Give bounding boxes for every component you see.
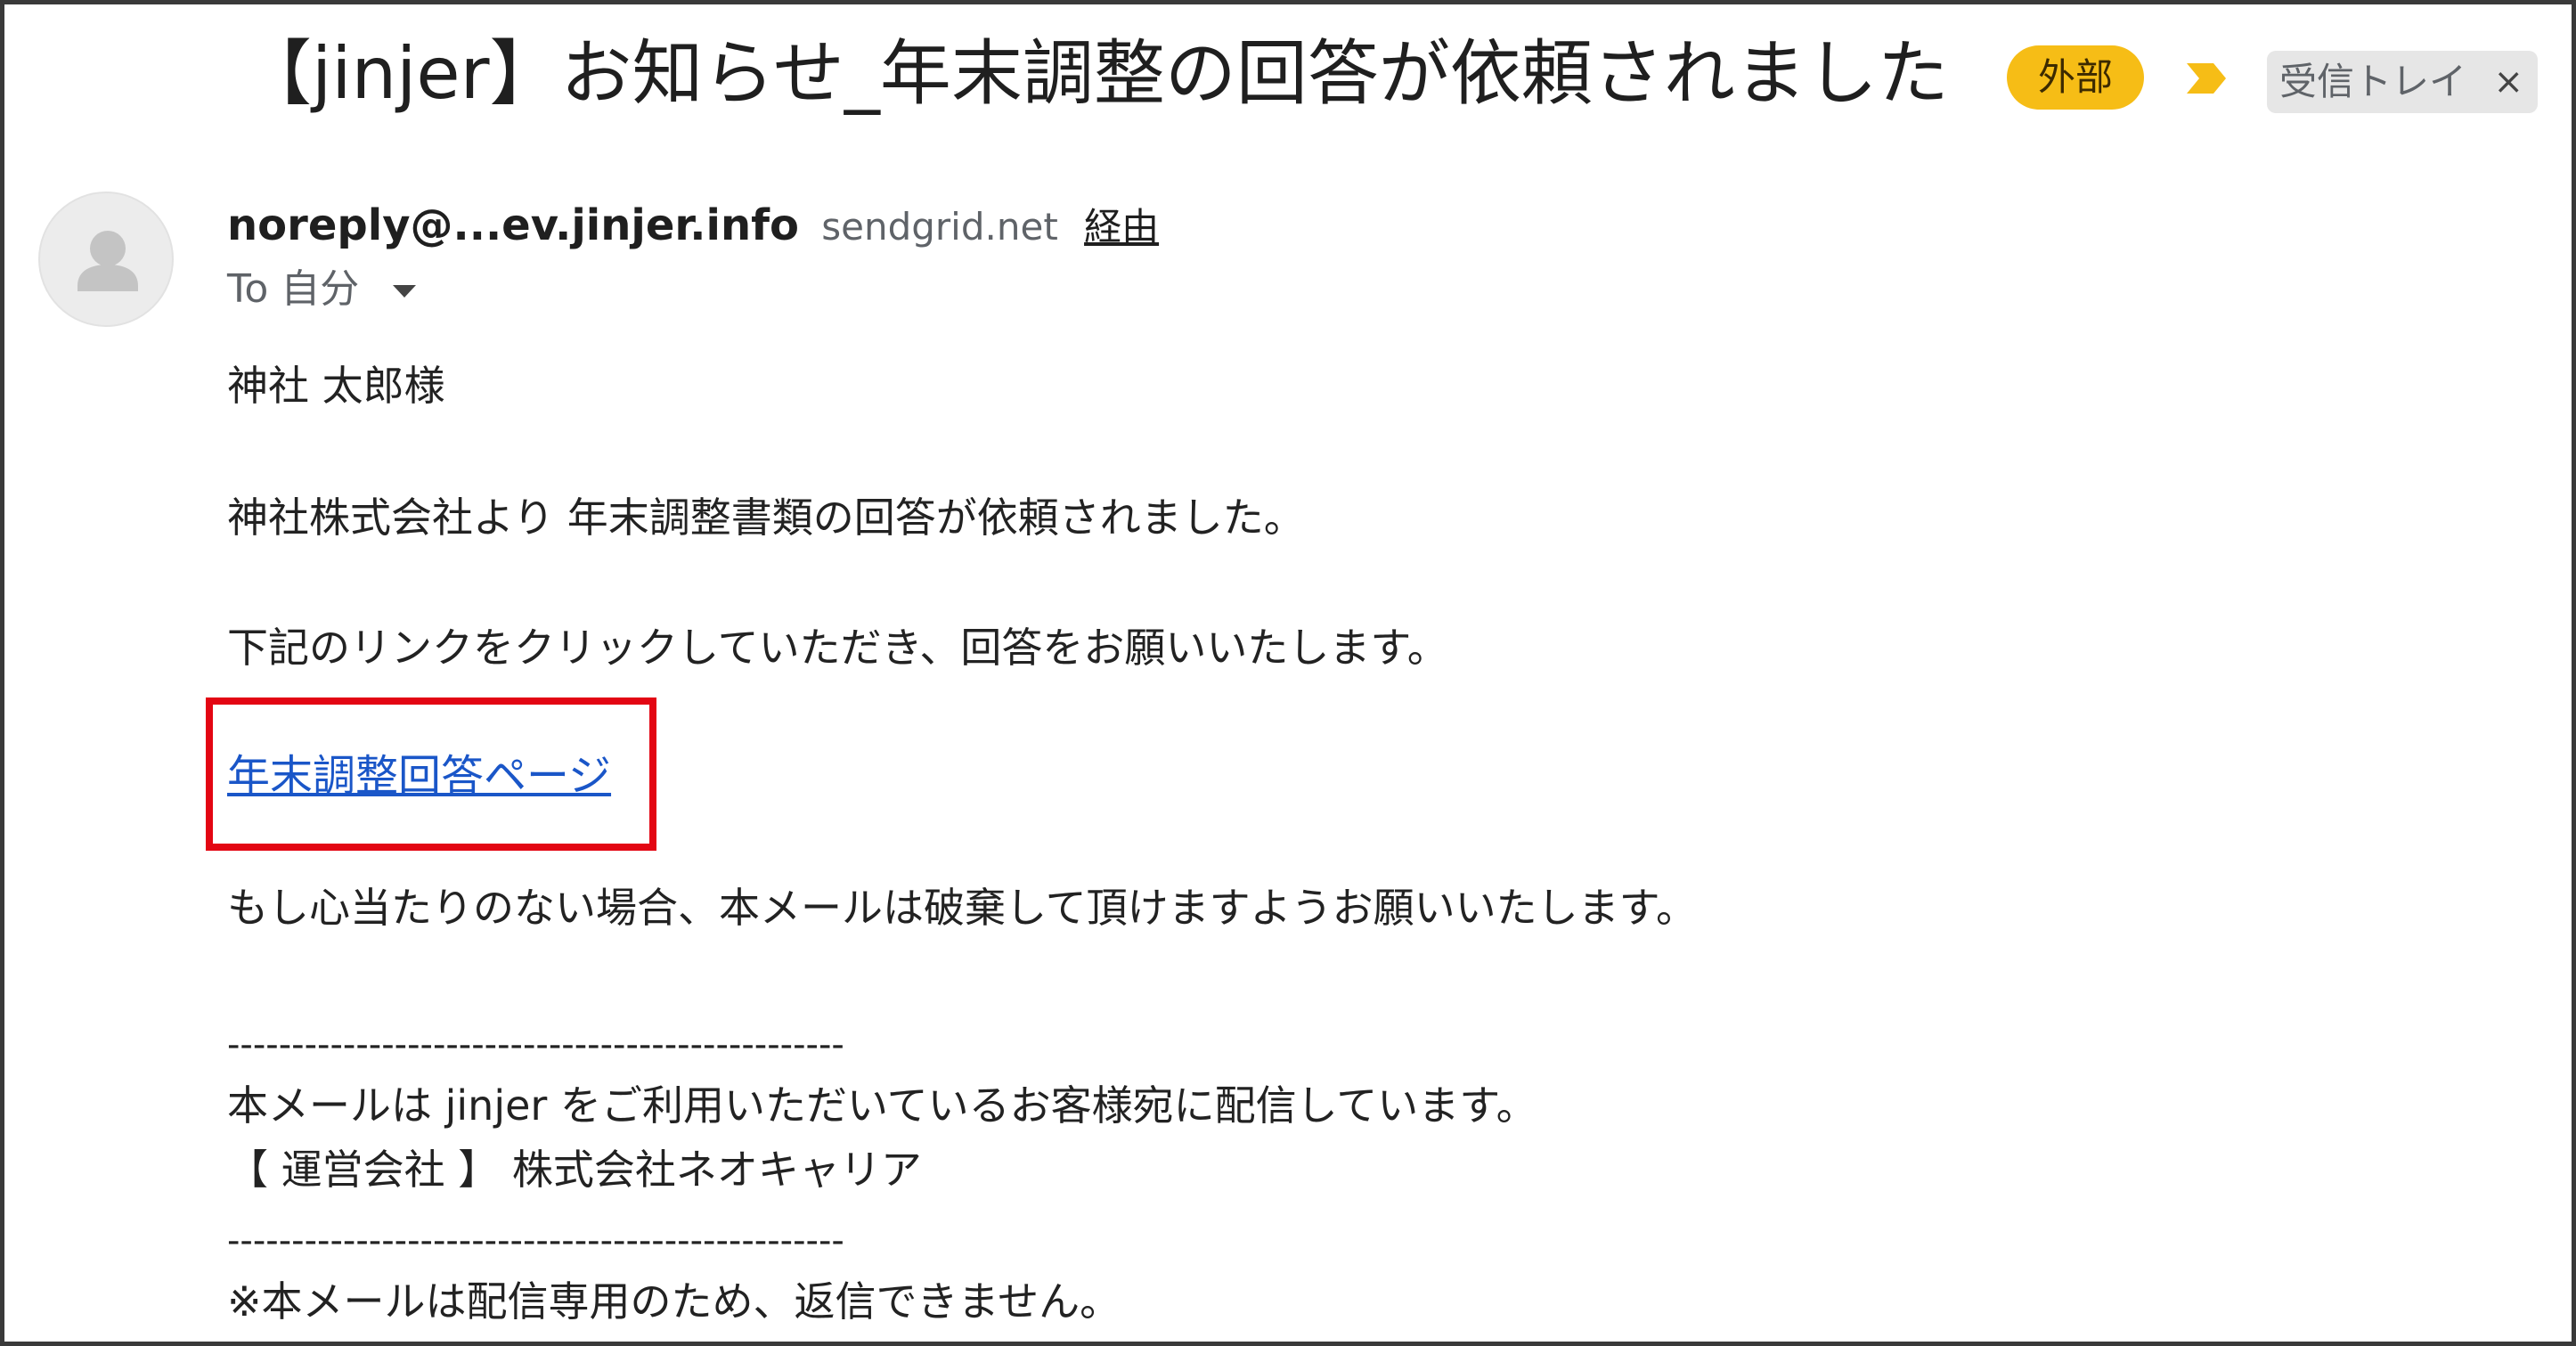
recipient-text: To 自分: [227, 266, 360, 312]
recipient-line[interactable]: To 自分: [227, 257, 417, 322]
greeting: 神社 太郎様: [227, 362, 445, 410]
body-line-disclaimer: もし心当たりのない場合、本メールは破棄して頂けますようお願いいたします。: [227, 884, 1698, 932]
separator-top: ----------------------------------------…: [227, 1024, 844, 1065]
sender-via-domain: sendgrid.net: [821, 205, 1058, 249]
important-marker-icon[interactable]: [2185, 60, 2228, 97]
caret-down-icon[interactable]: [393, 285, 417, 298]
sender-email[interactable]: noreply@...ev.jinjer.info: [227, 200, 799, 250]
default-avatar-icon: [77, 231, 138, 291]
separator-bottom: ----------------------------------------…: [227, 1220, 844, 1261]
email-view: 【jinjer】お知らせ_年末調整の回答が依頼されました 外部 受信トレイ × …: [0, 0, 2576, 1346]
body-line-instruction: 下記のリンクをクリックしていただき、回答をお願いいたします。: [227, 624, 1448, 672]
sender-line: noreply@...ev.jinjer.info sendgrid.net 経…: [227, 190, 1159, 261]
remove-label-icon[interactable]: ×: [2493, 51, 2523, 113]
sender-avatar: [38, 192, 174, 327]
inbox-label-text: 受信トレイ: [2279, 60, 2467, 103]
subject-row: 【jinjer】お知らせ_年末調整の回答が依頼されました 外部 受信トレイ ×: [4, 20, 2576, 127]
via-info-link[interactable]: 経由: [1084, 205, 1159, 249]
footer-line-notice: 本メールは jinjer をご利用いただいているお客様宛に配信しています。: [227, 1081, 1537, 1130]
footer-line-operator: 【 運営会社 】 株式会社ネオキャリア: [227, 1146, 922, 1194]
year-end-adjustment-link[interactable]: 年末調整回答ページ: [227, 744, 611, 808]
external-badge: 外部: [2007, 45, 2144, 110]
email-subject: 【jinjer】お知らせ_年末調整の回答が依頼されました: [240, 32, 1949, 115]
body-line-request: 神社株式会社より 年末調整書類の回答が依頼されました。: [227, 494, 1305, 542]
footer-line-noreply: ※本メールは配信専用のため、返信できません。: [227, 1277, 1121, 1326]
inbox-label-chip[interactable]: 受信トレイ ×: [2267, 51, 2538, 113]
